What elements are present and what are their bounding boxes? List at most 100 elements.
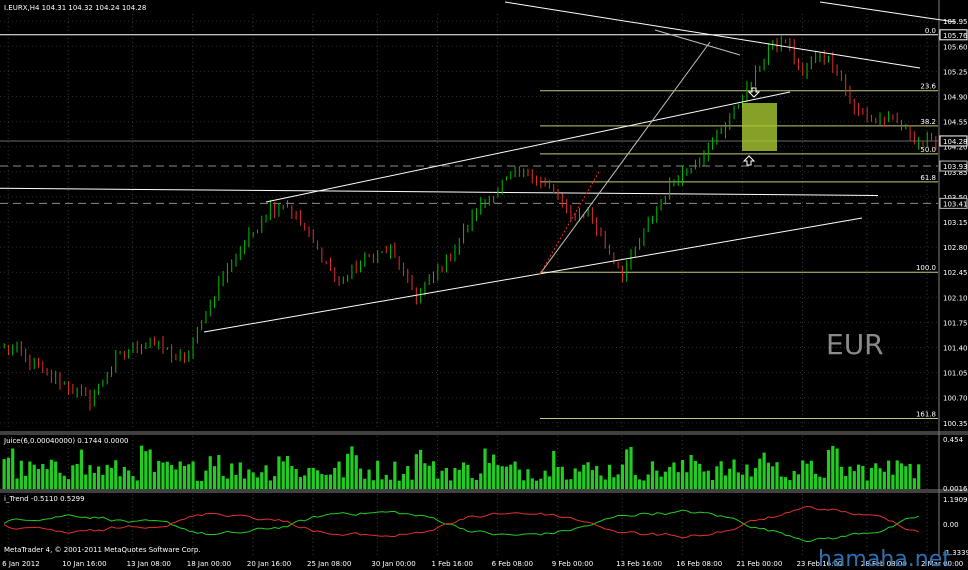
juice-bar — [792, 470, 796, 489]
juice-bar — [526, 469, 530, 489]
juice-bar — [195, 480, 199, 489]
price-tick: 102.45 — [943, 269, 968, 277]
juice-bar — [573, 468, 577, 489]
juice-bar — [577, 471, 582, 489]
juice-bar — [565, 479, 569, 489]
juice-bar — [492, 454, 496, 489]
juice-bar — [659, 476, 663, 489]
juice-bar — [771, 466, 775, 489]
juice-bar — [79, 449, 84, 489]
juice-bar — [856, 464, 861, 489]
juice-bar — [522, 480, 526, 489]
trend-tick: 1.1909 — [943, 496, 968, 504]
juice-bar — [230, 463, 234, 489]
juice-bar — [818, 476, 822, 489]
juice-bar — [766, 462, 771, 489]
fib-label: 161.8 — [916, 411, 936, 419]
juice-bar — [650, 461, 655, 489]
juice-bar — [178, 461, 182, 489]
juice-bar — [169, 464, 174, 489]
juice-bar — [758, 458, 762, 489]
juice-bar — [187, 464, 191, 489]
price-tick: 100.35 — [943, 420, 968, 428]
juice-bar — [513, 461, 517, 489]
price-tick: 102.10 — [943, 294, 968, 302]
juice-bar — [401, 473, 406, 489]
resistance-line-2 — [819, 1, 956, 23]
juice-bar — [174, 469, 178, 489]
price-tick: 101.05 — [943, 370, 968, 378]
juice-histogram — [2, 445, 921, 489]
price-tag: 104.28 — [943, 138, 968, 146]
juice-bar — [530, 478, 534, 489]
juice-bar — [311, 467, 315, 489]
fib-label: 100.0 — [916, 264, 936, 272]
juice-bar — [182, 465, 187, 489]
juice-bar — [848, 466, 852, 489]
juice-bar — [410, 479, 414, 489]
juice-bar — [663, 471, 667, 489]
juice-bar — [436, 478, 440, 489]
juice-header: Juice(6,0.00040000) 0.1744 0.0000 — [3, 437, 129, 445]
juice-bar — [466, 464, 470, 489]
juice-bar — [796, 474, 801, 489]
juice-bar — [49, 459, 53, 489]
juice-bar — [221, 475, 225, 489]
juice-bar — [629, 446, 633, 489]
fib-label: 50.0 — [920, 146, 936, 154]
price-tick: 105.25 — [943, 68, 968, 76]
juice-bar — [75, 464, 79, 489]
juice-bar — [66, 479, 71, 489]
juice-bar — [809, 460, 813, 489]
juice-bar — [200, 480, 204, 489]
juice-bar — [294, 469, 298, 489]
juice-bar — [753, 468, 758, 489]
juice-bar — [260, 472, 264, 489]
juice-bar — [363, 478, 367, 489]
juice-bar — [595, 466, 599, 489]
juice-bar — [255, 477, 260, 489]
juice-bar — [6, 457, 11, 489]
juice-bar — [496, 465, 500, 489]
juice-tick: 0.0016 — [943, 485, 968, 493]
juice-bar — [337, 461, 341, 489]
juice-bar — [320, 474, 324, 489]
juice-bar — [431, 461, 436, 489]
time-tick: 30 Jan 00:00 — [371, 560, 415, 568]
chart-header: I.EURX,H4 104.31 104.32 104.24 104.28 — [4, 4, 146, 12]
juice-bar — [212, 466, 217, 489]
juice-bar — [380, 479, 384, 489]
juice-bar — [234, 474, 238, 489]
juice-bar — [732, 459, 736, 489]
juice-bar — [552, 450, 556, 489]
juice-bar — [646, 474, 650, 489]
juice-bar — [625, 449, 629, 489]
juice-bar — [225, 478, 230, 489]
juice-bar — [358, 468, 363, 489]
trend-tick: 0.00 — [943, 521, 959, 529]
price-tag: 105.76 — [943, 32, 968, 40]
arrow-down-icon — [747, 87, 761, 98]
copyright-text: MetaTrader 4, © 2001-2011 MetaQuotes Sof… — [4, 546, 201, 554]
juice-bar — [775, 462, 779, 489]
juice-bar — [504, 466, 509, 489]
juice-bar — [341, 477, 345, 489]
juice-bar — [303, 475, 307, 489]
juice-bar — [384, 474, 388, 489]
juice-bar — [689, 454, 693, 489]
juice-bar — [637, 479, 642, 489]
juice-bar — [264, 465, 268, 489]
juice-bar — [878, 468, 882, 489]
juice-bar — [367, 469, 371, 489]
price-tag: 103.41 — [943, 200, 968, 208]
juice-bar — [277, 456, 281, 489]
juice-bar — [874, 463, 878, 489]
juice-bar — [668, 466, 672, 489]
juice-bar — [917, 464, 921, 489]
juice-bar — [719, 461, 723, 489]
juice-bar — [461, 462, 466, 489]
juice-bar — [715, 466, 719, 489]
time-tick: 18 Jan 00:00 — [187, 560, 231, 568]
juice-bar — [801, 460, 805, 489]
juice-bar — [642, 480, 646, 489]
